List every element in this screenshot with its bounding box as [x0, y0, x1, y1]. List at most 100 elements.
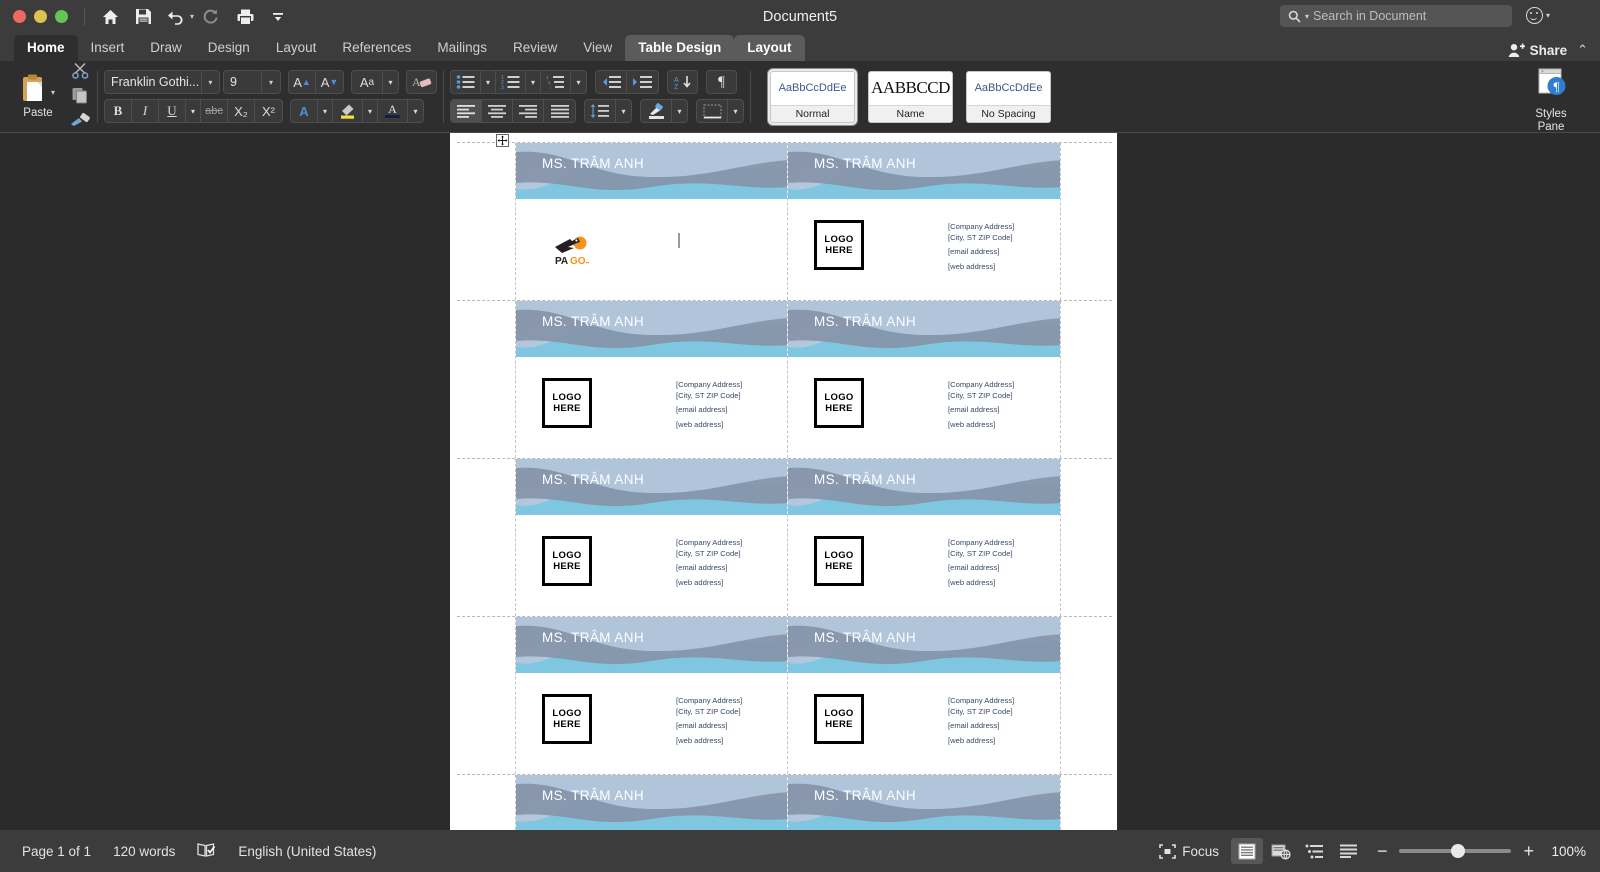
outline-view[interactable] [1299, 838, 1331, 864]
customize-toolbar-icon[interactable] [263, 4, 293, 30]
chevron-down-icon[interactable]: ▾ [481, 71, 496, 93]
tab-draw[interactable]: Draw [137, 35, 195, 61]
scissors-icon[interactable] [71, 62, 90, 84]
tab-insert[interactable]: Insert [78, 35, 138, 61]
align-center-icon[interactable] [482, 100, 513, 122]
business-card-cell[interactable]: MS. TRÂM ANH [515, 775, 788, 830]
document-canvas[interactable]: MS. TRÂM ANH PA GO MS. TRÂM ANH LOGO HER… [0, 133, 1600, 830]
bold-button[interactable]: B [105, 100, 132, 122]
chevron-down-icon[interactable]: ▾ [571, 71, 586, 93]
undo-icon[interactable] [161, 4, 191, 30]
smiley-feedback-icon[interactable]: ▾ [1525, 7, 1550, 24]
tab-design[interactable]: Design [195, 35, 263, 61]
chevron-down-icon[interactable]: ▾ [616, 100, 631, 122]
card-address-block[interactable]: [Company Address] [City, ST ZIP Code] [e… [948, 379, 1014, 430]
zoom-slider-handle[interactable] [1451, 844, 1466, 858]
clear-formatting-icon[interactable]: A [406, 70, 437, 94]
zoom-out-icon[interactable]: − [1377, 842, 1388, 860]
tab-layout[interactable]: Layout [263, 35, 330, 61]
chevron-down-icon[interactable]: ▾ [672, 100, 687, 122]
card-address-block[interactable]: [Company Address] [City, ST ZIP Code] [e… [676, 537, 742, 588]
logo-placeholder[interactable]: LOGO HERE [542, 694, 592, 744]
maximize-window-button[interactable] [55, 10, 68, 23]
business-card-table[interactable]: MS. TRÂM ANH PA GO MS. TRÂM ANH LOGO HER… [457, 142, 1112, 830]
card-address-block[interactable]: [Company Address] [City, ST ZIP Code] [e… [948, 221, 1014, 272]
shrink-font-icon[interactable]: A ▼ [316, 71, 343, 93]
increase-indent-icon[interactable] [627, 71, 658, 93]
business-card-cell[interactable]: MS. TRÂM ANH LOGO HERE [Company Address]… [788, 459, 1061, 616]
save-icon[interactable] [128, 4, 158, 30]
business-card-cell[interactable]: MS. TRÂM ANH LOGO HERE [Company Address]… [788, 617, 1061, 774]
home-icon[interactable] [95, 4, 125, 30]
style-name-style[interactable]: AABBCCD Name [865, 68, 956, 126]
pilcrow-icon[interactable]: ¶ [706, 70, 737, 94]
style-normal[interactable]: AaBbCcDdEe Normal [767, 67, 858, 126]
chevron-down-icon[interactable]: ▾ [408, 100, 423, 122]
table-row[interactable]: MS. TRÂM ANH MS. TRÂM ANH [457, 775, 1112, 830]
chevron-down-icon[interactable]: ▾ [526, 71, 541, 93]
superscript-button[interactable]: X² [255, 100, 282, 122]
document-page[interactable]: MS. TRÂM ANH PA GO MS. TRÂM ANH LOGO HER… [450, 133, 1117, 830]
undo-dropdown-caret[interactable]: ▾ [190, 12, 194, 21]
copy-icon[interactable] [71, 87, 90, 109]
print-layout-view[interactable] [1230, 838, 1263, 864]
card-address-block[interactable]: [Company Address] [City, ST ZIP Code] [e… [948, 537, 1014, 588]
logo-placeholder[interactable]: LOGO HERE [814, 220, 864, 270]
card-address-block[interactable]: [Company Address] [City, ST ZIP Code] [e… [948, 695, 1014, 746]
proofing-check-icon[interactable] [197, 842, 216, 861]
table-row[interactable]: MS. TRÂM ANH PA GO MS. TRÂM ANH LOGO HER… [457, 142, 1112, 301]
search-input[interactable]: ▾ Search in Document [1280, 5, 1512, 27]
web-layout-view[interactable] [1265, 838, 1297, 864]
chevron-down-icon[interactable]: ▾ [262, 78, 280, 87]
tab-view[interactable]: View [570, 35, 625, 61]
table-row[interactable]: MS. TRÂM ANH LOGO HERE [Company Address]… [457, 459, 1112, 617]
draft-view[interactable] [1333, 838, 1365, 864]
subscript-button[interactable]: X₂ [228, 100, 255, 122]
card-address-block[interactable]: [Company Address] [City, ST ZIP Code] [e… [676, 379, 742, 430]
chevron-down-icon[interactable]: ▾ [318, 100, 333, 122]
line-spacing-icon[interactable] [585, 100, 616, 122]
chevron-down-icon[interactable]: ▾ [363, 100, 378, 122]
language-indicator[interactable]: English (United States) [238, 844, 376, 859]
text-effects-button[interactable]: A [291, 100, 318, 122]
font-name-combo[interactable]: Franklin Gothi... ▾ [104, 70, 220, 94]
logo-placeholder[interactable]: LOGO HERE [542, 378, 592, 428]
business-card-cell[interactable]: MS. TRÂM ANH LOGO HERE [Company Address]… [515, 301, 788, 458]
strikethrough-button[interactable]: abc [201, 100, 228, 122]
styles-pane-button[interactable]: ¶ Styles Pane [1520, 67, 1582, 134]
justify-icon[interactable] [544, 100, 575, 122]
word-count[interactable]: 120 words [113, 844, 175, 859]
table-row[interactable]: MS. TRÂM ANH LOGO HERE [Company Address]… [457, 301, 1112, 459]
logo-placeholder[interactable]: LOGO HERE [814, 536, 864, 586]
zoom-level[interactable]: 100% [1546, 844, 1586, 859]
tab-table-layout[interactable]: Layout [734, 35, 805, 61]
logo-placeholder[interactable]: LOGO HERE [814, 378, 864, 428]
highlight-icon[interactable] [333, 100, 363, 122]
chevron-down-icon[interactable]: ▾ [186, 100, 201, 122]
business-card-cell[interactable]: MS. TRÂM ANH LOGO HERE [Company Address]… [788, 301, 1061, 458]
underline-button[interactable]: U [159, 100, 186, 122]
borders-icon[interactable] [697, 100, 728, 122]
align-left-icon[interactable] [451, 100, 482, 122]
bullet-list-icon[interactable] [451, 71, 481, 93]
align-right-icon[interactable] [513, 100, 544, 122]
business-card-cell[interactable]: MS. TRÂM ANH LOGO HERE [Company Address]… [788, 143, 1061, 300]
tab-references[interactable]: References [329, 35, 424, 61]
font-size-combo[interactable]: 9 ▾ [223, 70, 281, 94]
tab-mailings[interactable]: Mailings [424, 35, 500, 61]
minimize-window-button[interactable] [34, 10, 47, 23]
feedback-caret[interactable]: ▾ [1546, 11, 1550, 20]
chevron-down-icon[interactable]: ▾ [383, 71, 398, 93]
print-icon[interactable] [230, 4, 260, 30]
tab-table-design[interactable]: Table Design [625, 35, 735, 61]
numbered-list-icon[interactable]: 123 [496, 71, 526, 93]
close-window-button[interactable] [13, 10, 26, 23]
focus-button[interactable]: Focus [1159, 844, 1219, 859]
table-move-handle-icon[interactable] [496, 134, 509, 147]
chevron-down-icon[interactable]: ▾ [728, 100, 743, 122]
share-button[interactable]: Share [1508, 43, 1567, 58]
business-card-cell[interactable]: MS. TRÂM ANH LOGO HERE [Company Address]… [515, 617, 788, 774]
business-card-cell[interactable]: MS. TRÂM ANH [788, 775, 1061, 830]
page-indicator[interactable]: Page 1 of 1 [22, 844, 91, 859]
sort-az-icon[interactable]: AZ [667, 70, 698, 94]
